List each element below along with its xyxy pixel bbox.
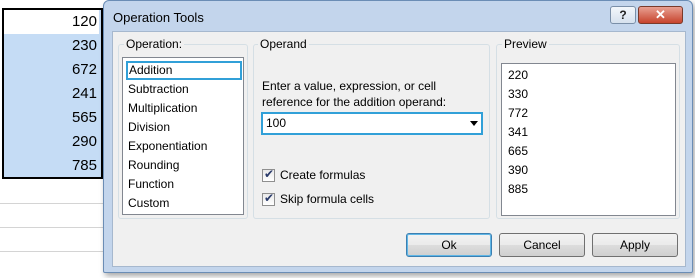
skip-formula-cells-label[interactable]: Skip formula cells	[280, 192, 374, 206]
dialog-client-area: Operation: Addition Subtraction Multipli…	[112, 31, 686, 267]
skip-formula-cells-checkbox[interactable]: ✔	[262, 191, 275, 206]
sheet-cell[interactable]: 230	[4, 34, 99, 58]
sheet-cell[interactable]: 672	[4, 58, 99, 82]
preview-item: 772	[508, 106, 529, 120]
sheet-cell[interactable]: 785	[4, 154, 99, 178]
operand-value: 100	[266, 116, 287, 130]
grid-line	[0, 227, 110, 228]
operation-item-subtraction[interactable]: Subtraction	[126, 80, 189, 99]
help-button[interactable]: ?	[610, 6, 636, 24]
operation-item-multiplication[interactable]: Multiplication	[126, 99, 197, 118]
operation-list[interactable]: Addition Subtraction Multiplication Divi…	[122, 57, 244, 215]
operand-combobox[interactable]: 100	[261, 112, 483, 135]
operation-tools-dialog: Operation Tools ? ✕ Operation: Addition …	[103, 0, 693, 273]
operation-item-exponentiation[interactable]: Exponentiation	[126, 137, 207, 156]
sheet-cell[interactable]: 120	[4, 10, 99, 34]
create-formulas-checkbox[interactable]: ✔	[262, 167, 275, 182]
preview-group-label: Preview	[502, 37, 549, 51]
preview-item: 885	[508, 182, 529, 196]
preview-list[interactable]: 220 330 772 341 665 390 885	[501, 63, 676, 216]
dialog-titlebar[interactable]: Operation Tools ? ✕	[104, 1, 692, 31]
close-button[interactable]: ✕	[638, 6, 683, 24]
preview-item: 390	[508, 163, 529, 177]
operation-item-division[interactable]: Division	[126, 118, 170, 137]
preview-item: 330	[508, 87, 529, 101]
sheet-cell[interactable]: 565	[4, 106, 99, 130]
preview-item: 220	[508, 68, 529, 82]
operation-item-addition[interactable]: Addition	[126, 61, 242, 80]
preview-item: 341	[508, 125, 529, 139]
dialog-title: Operation Tools	[113, 10, 204, 25]
checkmark-icon: ✔	[264, 167, 275, 181]
operation-item-custom[interactable]: Custom	[126, 194, 169, 213]
preview-item: 665	[508, 144, 529, 158]
grid-line	[0, 203, 110, 204]
operand-group-label: Operand	[258, 37, 309, 51]
checkmark-icon: ✔	[264, 191, 275, 205]
apply-button[interactable]: Apply	[592, 233, 678, 257]
operation-item-rounding[interactable]: Rounding	[126, 156, 179, 175]
operation-item-function[interactable]: Function	[126, 175, 174, 194]
grid-line	[0, 251, 110, 252]
create-formulas-label[interactable]: Create formulas	[280, 168, 365, 182]
sheet-cell[interactable]: 241	[4, 82, 99, 106]
ok-button[interactable]: Ok	[406, 233, 492, 257]
chevron-down-icon[interactable]	[470, 121, 478, 126]
operation-group-label: Operation:	[124, 37, 185, 51]
cancel-button[interactable]: Cancel	[499, 233, 585, 257]
sheet-cell[interactable]: 290	[4, 130, 99, 154]
operand-prompt: Enter a value, expression, or cell refer…	[262, 79, 447, 109]
